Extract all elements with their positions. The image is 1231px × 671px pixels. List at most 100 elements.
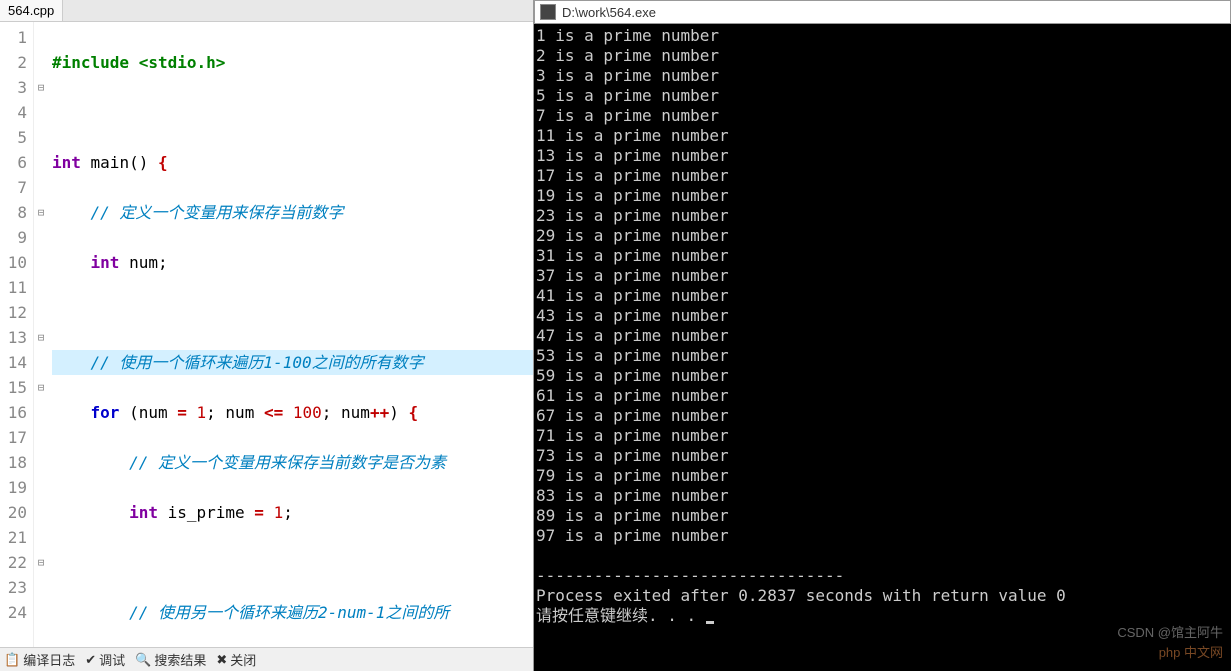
fold-indicator[interactable]: ⊟ [34, 75, 48, 100]
line-number: 2 [0, 50, 27, 75]
line-number: 13 [0, 325, 27, 350]
line-number: 18 [0, 450, 27, 475]
search-icon: 🔍 [135, 652, 151, 668]
fold-indicator[interactable] [34, 600, 48, 625]
fold-indicator[interactable] [34, 275, 48, 300]
fold-indicator[interactable] [34, 250, 48, 275]
line-number-gutter: 123456789101112131415161718192021222324 [0, 22, 34, 647]
fold-indicator[interactable] [34, 150, 48, 175]
fold-indicator[interactable]: ⊟ [34, 200, 48, 225]
fold-indicator[interactable] [34, 575, 48, 600]
console-line: 19 is a prime number [536, 186, 1229, 206]
console-separator: -------------------------------- [536, 566, 1229, 586]
console-line: 61 is a prime number [536, 386, 1229, 406]
line-number: 24 [0, 600, 27, 625]
console-line: 29 is a prime number [536, 226, 1229, 246]
console-line: 53 is a prime number [536, 346, 1229, 366]
console-line: 79 is a prime number [536, 466, 1229, 486]
fold-indicator[interactable] [34, 400, 48, 425]
line-number: 1 [0, 25, 27, 50]
check-icon: ✔ [85, 652, 96, 668]
fold-indicator[interactable] [34, 500, 48, 525]
console-line: 43 is a prime number [536, 306, 1229, 326]
fold-indicator[interactable] [34, 50, 48, 75]
console-line: 23 is a prime number [536, 206, 1229, 226]
console-line: 89 is a prime number [536, 506, 1229, 526]
console-output[interactable]: 1 is a prime number2 is a prime number3 … [534, 24, 1231, 671]
console-line: 3 is a prime number [536, 66, 1229, 86]
watermark-php: php 中文网 [1159, 643, 1223, 663]
fold-indicator[interactable] [34, 25, 48, 50]
console-line: 5 is a prime number [536, 86, 1229, 106]
code-content[interactable]: #include <stdio.h> int main() { // 定义一个变… [48, 22, 533, 647]
debug-button[interactable]: ✔调试 [85, 650, 125, 669]
console-line: 11 is a prime number [536, 126, 1229, 146]
console-pane: D:\work\564.exe 1 is a prime number2 is … [534, 0, 1231, 671]
cursor [706, 621, 714, 624]
console-line: 41 is a prime number [536, 286, 1229, 306]
line-number: 7 [0, 175, 27, 200]
fold-indicator[interactable] [34, 225, 48, 250]
line-number: 15 [0, 375, 27, 400]
search-results-button[interactable]: 🔍搜索结果 [135, 650, 206, 669]
console-line: 73 is a prime number [536, 446, 1229, 466]
line-number: 14 [0, 350, 27, 375]
console-line: 59 is a prime number [536, 366, 1229, 386]
line-number: 11 [0, 275, 27, 300]
fold-indicator[interactable] [34, 175, 48, 200]
line-number: 20 [0, 500, 27, 525]
line-number: 6 [0, 150, 27, 175]
line-number: 12 [0, 300, 27, 325]
editor-pane: 564.cpp 12345678910111213141516171819202… [0, 0, 534, 671]
console-title-text: D:\work\564.exe [562, 5, 656, 20]
code-area[interactable]: 123456789101112131415161718192021222324 … [0, 22, 533, 647]
log-icon: 📋 [4, 652, 20, 668]
console-line: 71 is a prime number [536, 426, 1229, 446]
fold-indicator[interactable] [34, 450, 48, 475]
tab-bar: 564.cpp [0, 0, 533, 22]
fold-indicator[interactable] [34, 475, 48, 500]
line-number: 16 [0, 400, 27, 425]
fold-indicator[interactable]: ⊟ [34, 325, 48, 350]
line-number: 22 [0, 550, 27, 575]
console-line: 7 is a prime number [536, 106, 1229, 126]
close-icon: ✖ [216, 652, 227, 668]
line-number: 3 [0, 75, 27, 100]
file-tab[interactable]: 564.cpp [0, 0, 63, 21]
console-line: 31 is a prime number [536, 246, 1229, 266]
tab-label: 564.cpp [8, 3, 54, 18]
status-bar: 📋编译日志 ✔调试 🔍搜索结果 ✖关闭 [0, 647, 533, 671]
fold-indicator[interactable] [34, 425, 48, 450]
preprocessor: #include <stdio.h> [52, 53, 225, 72]
line-number: 19 [0, 475, 27, 500]
line-number: 4 [0, 100, 27, 125]
console-app-icon [540, 4, 556, 20]
line-number: 9 [0, 225, 27, 250]
console-line: 67 is a prime number [536, 406, 1229, 426]
console-line: 2 is a prime number [536, 46, 1229, 66]
line-number: 8 [0, 200, 27, 225]
fold-indicator[interactable] [34, 350, 48, 375]
fold-gutter[interactable]: ⊟ ⊟ ⊟ ⊟ ⊟ [34, 22, 48, 647]
console-line: 17 is a prime number [536, 166, 1229, 186]
fold-indicator[interactable] [34, 300, 48, 325]
fold-indicator[interactable] [34, 525, 48, 550]
fold-indicator[interactable] [34, 125, 48, 150]
line-number: 17 [0, 425, 27, 450]
console-titlebar[interactable]: D:\work\564.exe [534, 0, 1231, 24]
fold-indicator[interactable]: ⊟ [34, 550, 48, 575]
console-line: 37 is a prime number [536, 266, 1229, 286]
compile-log-button[interactable]: 📋编译日志 [4, 650, 75, 669]
console-line: 13 is a prime number [536, 146, 1229, 166]
fold-indicator[interactable] [34, 100, 48, 125]
console-line: 83 is a prime number [536, 486, 1229, 506]
watermark-csdn: CSDN @馆主阿牛 [1117, 623, 1223, 643]
fold-indicator[interactable]: ⊟ [34, 375, 48, 400]
line-number: 5 [0, 125, 27, 150]
console-line: 47 is a prime number [536, 326, 1229, 346]
line-number: 23 [0, 575, 27, 600]
close-button[interactable]: ✖关闭 [216, 650, 256, 669]
console-exit-message: Process exited after 0.2837 seconds with… [536, 586, 1229, 606]
console-line: 1 is a prime number [536, 26, 1229, 46]
console-line: 97 is a prime number [536, 526, 1229, 546]
